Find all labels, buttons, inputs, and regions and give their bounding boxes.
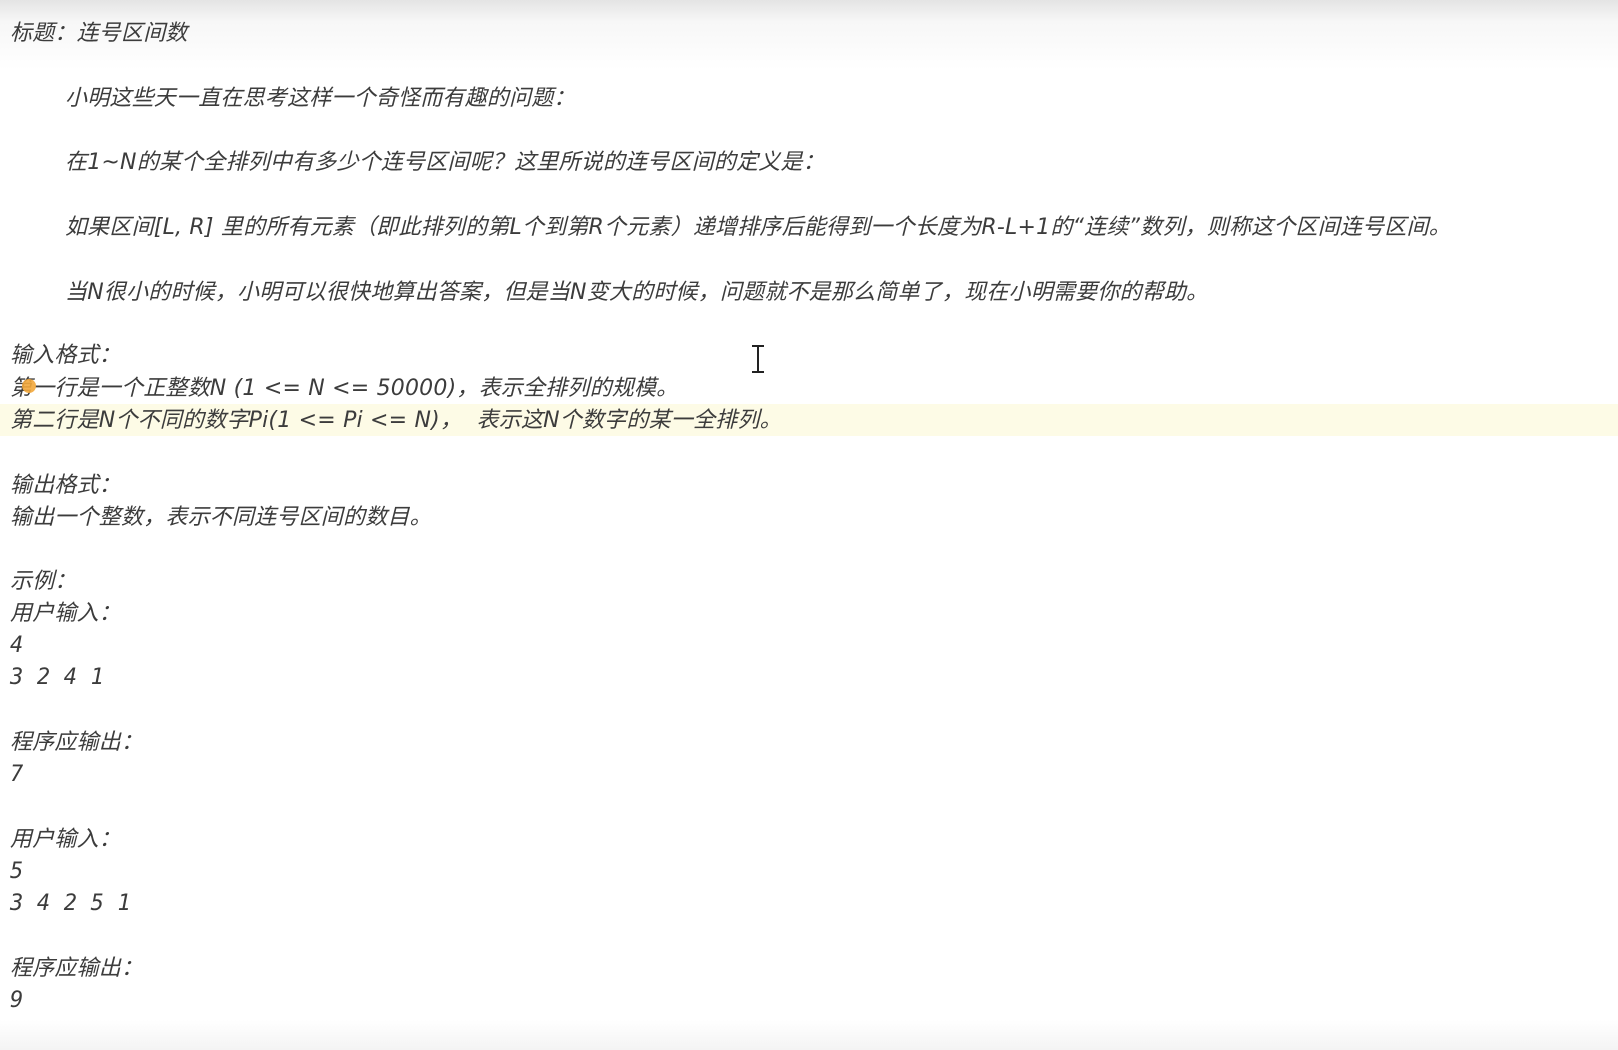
description-line-4: 当N很小的时候，小明可以很快地算出答案，但是当N变大的时候，问题就不是那么简单了… [65,280,1209,305]
example-2-output-label: 程序应输出： [10,956,144,981]
example-1-output-label: 程序应输出： [10,730,144,755]
example-1-input-line-1: 4 [10,633,24,658]
input-format-line-1: 第一行是一个正整数N (1 <= N <= 50000)，表示全排列的规模。 [10,376,679,401]
text-cursor-icon [752,345,764,373]
input-format-heading: 输入格式： [10,343,122,368]
example-1-input-line-2: 3 2 4 1 [10,665,105,690]
output-format-heading: 输出格式： [10,473,122,498]
example-2-input-line-2: 3 4 2 5 1 [10,891,132,916]
bottom-fade [0,1020,1618,1050]
example-1-input-label: 用户输入： [10,601,122,626]
examples-heading: 示例： [10,569,77,594]
example-1-output-value: 7 [10,762,24,787]
example-2-output-value: 9 [10,988,24,1013]
document-page: 标题：连号区间数 小明这些天一直在思考这样一个奇怪而有趣的问题： 在1~N的某个… [0,0,1618,1050]
description-line-2: 在1~N的某个全排列中有多少个连号区间呢？这里所说的连号区间的定义是： [65,150,825,175]
description-line-1: 小明这些天一直在思考这样一个奇怪而有趣的问题： [65,86,576,111]
input-format-line-2: 第二行是N个不同的数字Pi(1 <= Pi <= N)， 表示这N个数字的某一全… [10,408,782,433]
example-2-input-label: 用户输入： [10,827,122,852]
caret-marker-icon [22,379,36,393]
example-2-input-line-1: 5 [10,859,24,884]
description-line-3: 如果区间[L, R] 里的所有元素（即此排列的第L个到第R个元素）递增排序后能得… [65,215,1451,240]
problem-title: 标题：连号区间数 [10,21,188,46]
output-format-line-1: 输出一个整数，表示不同连号区间的数目。 [10,505,432,530]
